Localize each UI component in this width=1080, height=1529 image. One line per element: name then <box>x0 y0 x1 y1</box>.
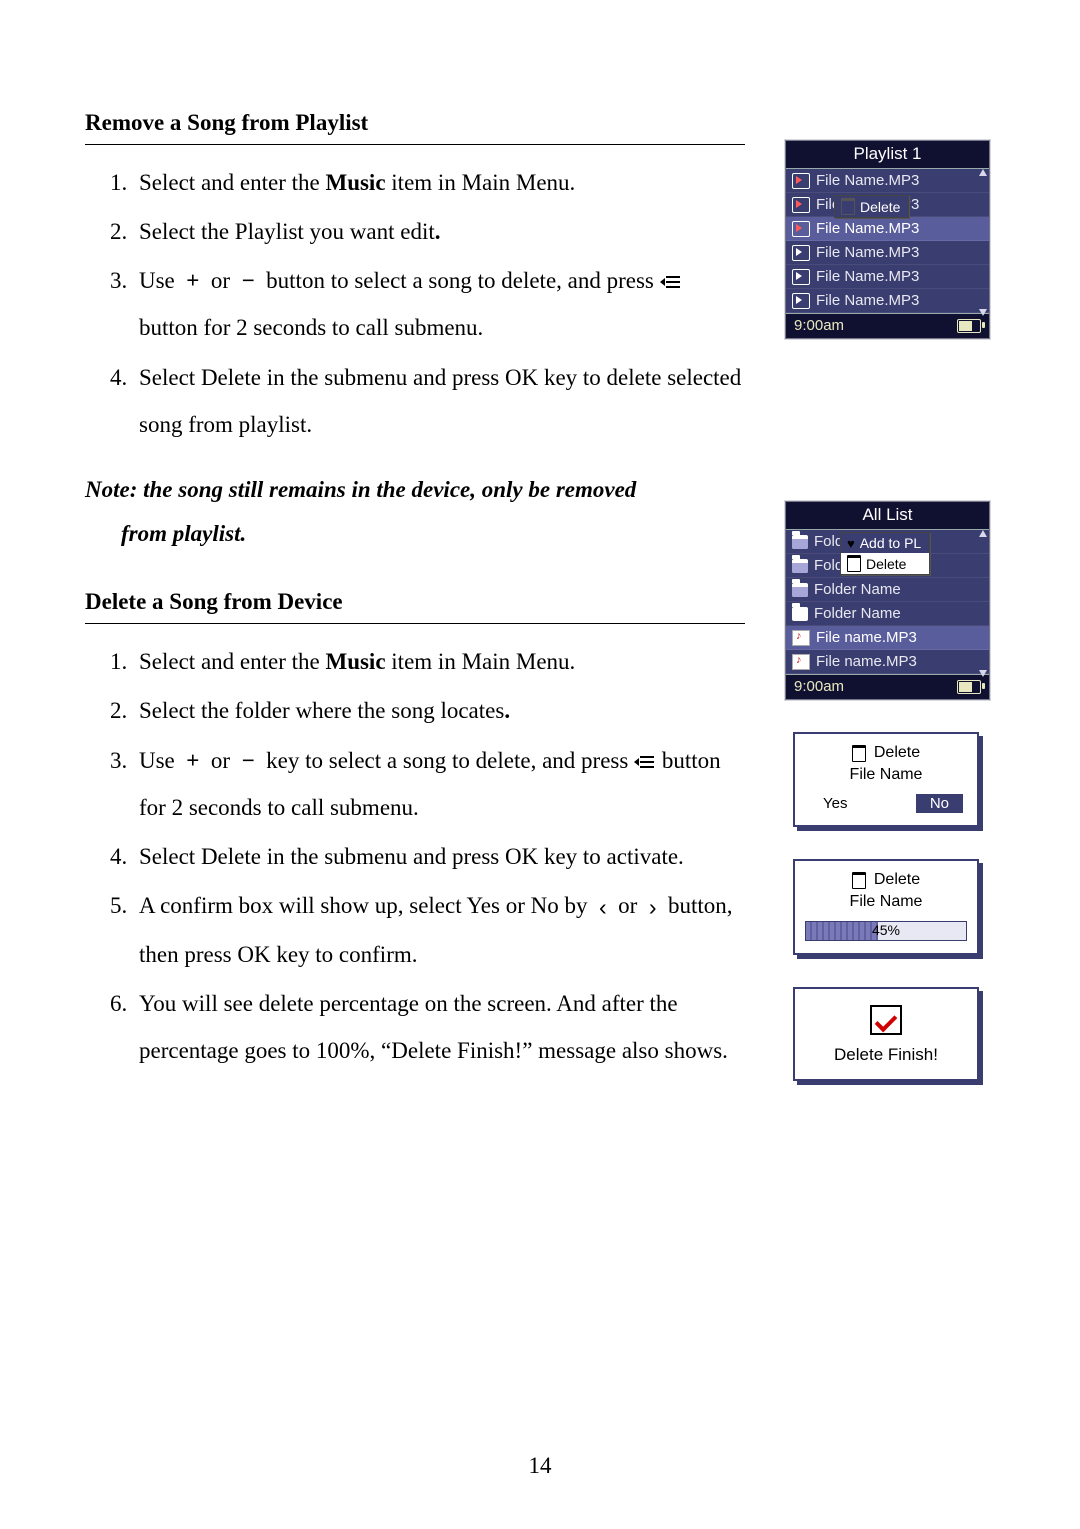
play-icon <box>792 293 810 309</box>
folder-icon <box>792 535 808 549</box>
step: A confirm box will show up, select Yes o… <box>133 882 745 978</box>
step: Select Delete in the submenu and press O… <box>133 354 745 448</box>
finish-text: Delete Finish! <box>801 1045 971 1065</box>
step: Select Delete in the submenu and press O… <box>133 833 745 880</box>
heading-delete-song: Delete a Song from Device <box>85 589 745 617</box>
list-label: File Name.MP3 <box>816 244 919 261</box>
list-label: File name.MP3 <box>816 629 917 646</box>
list-item[interactable]: File Name.MP3 <box>786 169 989 193</box>
play-icon <box>792 221 810 237</box>
right-icon: › <box>649 884 657 931</box>
progress-bar: 45% <box>805 921 967 941</box>
step: Use + or − key to select a song to delet… <box>133 737 745 831</box>
check-icon <box>870 1005 902 1035</box>
fig-finish-panel: Delete Finish! <box>793 987 979 1081</box>
list-label: File Name.MP3 <box>816 268 919 285</box>
list-item[interactable]: File Name.MP3 <box>786 265 989 289</box>
step: You will see delete percentage on the sc… <box>133 980 745 1074</box>
list-item-selected[interactable]: File name.MP3 <box>786 626 989 650</box>
list-label: File name.MP3 <box>816 653 917 670</box>
remove-steps: Select and enter the Music item in Main … <box>85 159 745 448</box>
no-button[interactable]: No <box>916 794 963 813</box>
device-title: Playlist 1 <box>786 141 989 169</box>
music-file-icon <box>792 630 810 646</box>
step: Select the Playlist you want edit. <box>133 208 745 255</box>
trash-icon <box>841 198 855 215</box>
panel-title: Delete <box>874 871 920 889</box>
heading-remove-song: Remove a Song from Playlist <box>85 110 745 138</box>
step: Use + or − button to select a song to de… <box>133 257 745 351</box>
step: Select and enter the Music item in Main … <box>133 638 745 685</box>
progress-percent: 45% <box>806 922 966 938</box>
time-label: 9:00am <box>794 678 844 695</box>
music-file-icon <box>792 654 810 670</box>
device-title: All List <box>786 502 989 530</box>
trash-icon <box>852 745 866 762</box>
submenu-label: Delete <box>860 199 900 215</box>
menu-icon <box>634 755 656 769</box>
list-item[interactable]: File name.MP3 <box>786 650 989 674</box>
submenu-popup: ♥ Add to PL Delete <box>840 532 930 575</box>
play-icon <box>792 269 810 285</box>
trash-icon <box>852 872 866 889</box>
play-icon <box>792 197 810 213</box>
submenu-label: Add to PL <box>860 535 922 551</box>
battery-icon <box>957 319 981 333</box>
submenu-item-delete[interactable]: Delete <box>841 553 929 574</box>
submenu-popup: Delete <box>834 195 909 218</box>
delete-steps: Select and enter the Music item in Main … <box>85 638 745 1074</box>
scrollbar[interactable] <box>980 171 986 314</box>
play-icon <box>792 245 810 261</box>
battery-icon <box>957 680 981 694</box>
list-item[interactable]: File Name.MP3 <box>786 289 989 313</box>
trash-icon <box>847 555 861 572</box>
yes-button[interactable]: Yes <box>809 794 861 813</box>
step: Select the folder where the song locates… <box>133 687 745 734</box>
panel-title: Delete <box>874 744 920 762</box>
submenu-item-add[interactable]: ♥ Add to PL <box>841 533 929 553</box>
rule <box>85 623 745 624</box>
left-icon: ‹ <box>599 884 607 931</box>
heart-icon: ♥ <box>847 536 855 551</box>
fig-progress-panel: Delete File Name 45% <box>793 859 979 955</box>
fig-playlist-device: Playlist 1 File Name.MP3 File Name.MP3 F… <box>785 140 990 339</box>
panel-filename: File Name <box>805 893 967 911</box>
fig-alllist-device: All List Folder Name Folder Name Folder … <box>785 501 990 700</box>
folder-icon <box>792 607 808 621</box>
list-label: Folder Name <box>814 581 901 598</box>
folder-icon <box>792 583 808 597</box>
panel-filename: File Name <box>805 766 967 784</box>
menu-icon <box>660 275 682 289</box>
submenu-label: Delete <box>866 556 906 572</box>
list-item[interactable]: File Name.MP3 <box>786 241 989 265</box>
step: Select and enter the Music item in Main … <box>133 159 745 206</box>
fig-confirm-panel: Delete File Name Yes No <box>793 732 979 827</box>
play-icon <box>792 173 810 189</box>
scrollbar[interactable] <box>980 532 986 675</box>
time-label: 9:00am <box>794 317 844 334</box>
list-item[interactable]: Folder Name <box>786 578 989 602</box>
rule <box>85 144 745 145</box>
list-item-selected[interactable]: File Name.MP3 <box>786 217 989 241</box>
list-label: Folder Name <box>814 605 901 622</box>
folder-icon <box>792 559 808 573</box>
list-label: File Name.MP3 <box>816 292 919 309</box>
note: Note: the song still remains in the devi… <box>85 468 745 555</box>
list-item[interactable]: Folder Name <box>786 602 989 626</box>
page-number: 14 <box>0 1453 1080 1479</box>
list-label: File Name.MP3 <box>816 172 919 189</box>
list-label: File Name.MP3 <box>816 220 919 237</box>
submenu-item-delete[interactable]: Delete <box>835 196 908 217</box>
